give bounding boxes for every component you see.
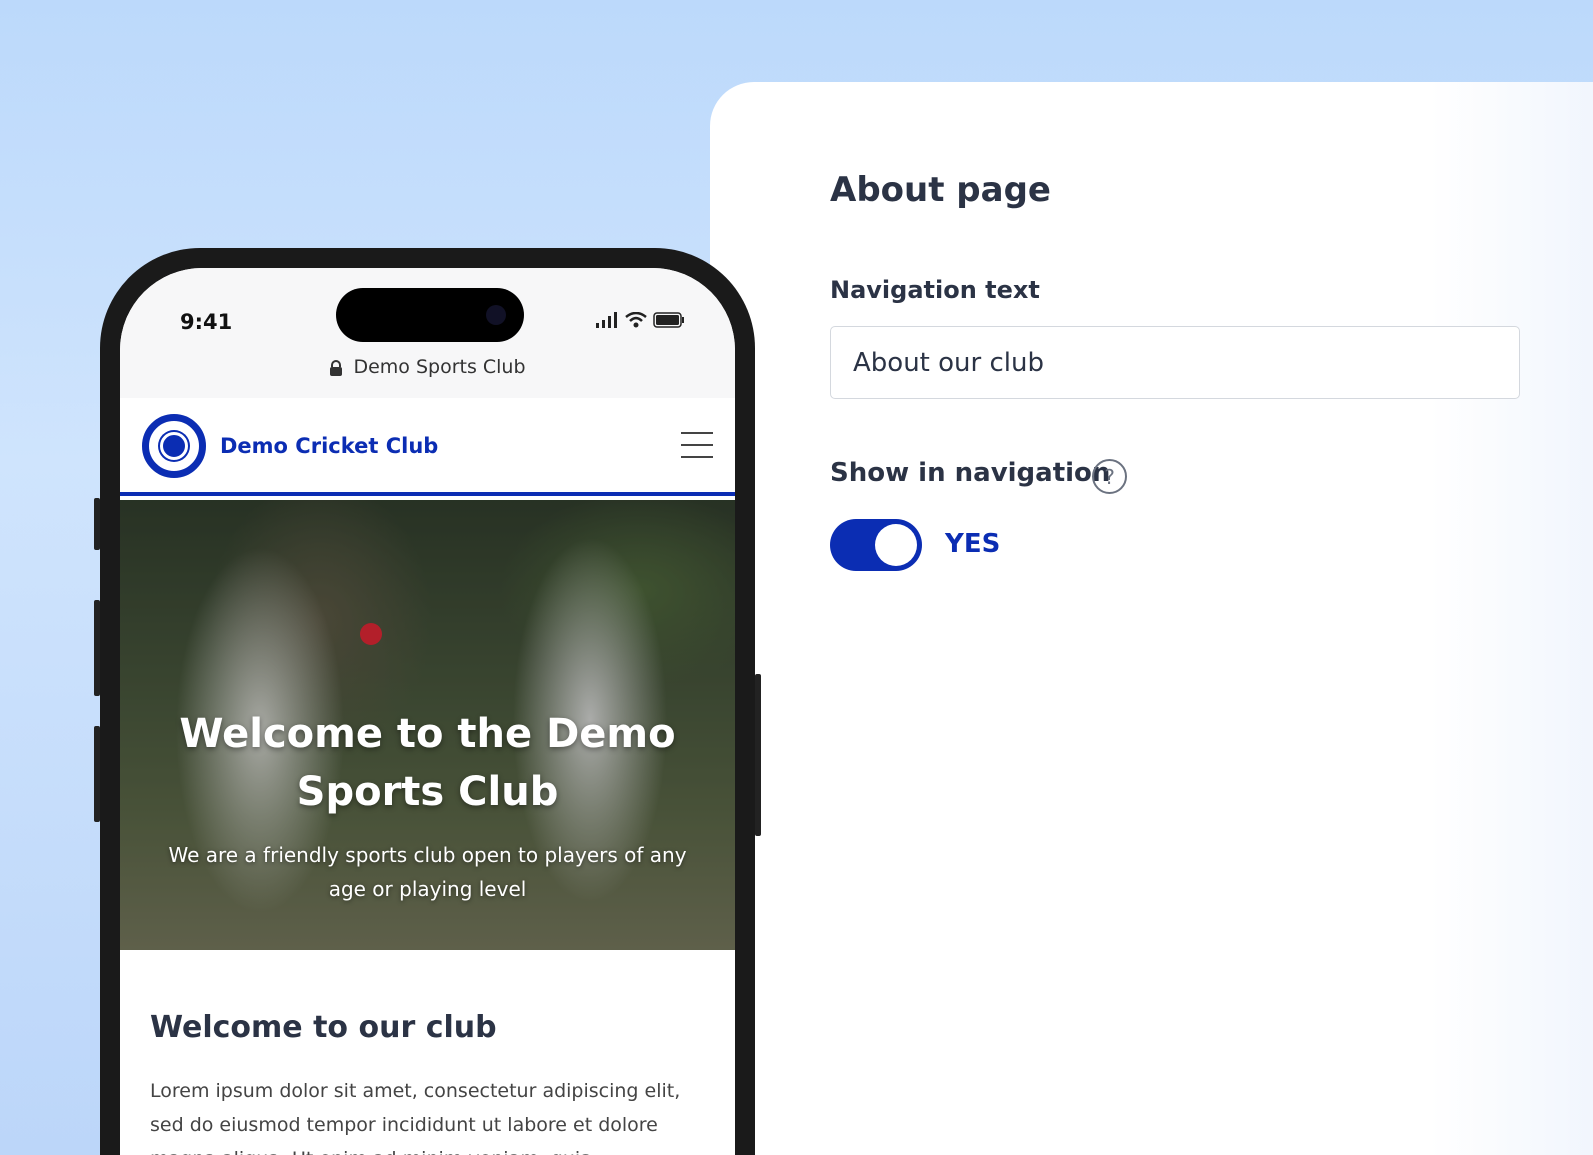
- cricket-ball: [360, 623, 382, 645]
- site-header: Demo Cricket Club: [120, 398, 735, 496]
- question-circle-icon[interactable]: ?: [1092, 459, 1127, 494]
- show-in-navigation-label: Show in navigation: [830, 458, 1111, 488]
- hero-subtitle: We are a friendly sports club open to pl…: [168, 843, 687, 901]
- lock-icon: [330, 359, 343, 376]
- phone-power-button: [755, 674, 761, 836]
- phone-volume-down-button: [94, 726, 100, 822]
- section-title: Welcome to our club: [150, 1010, 497, 1045]
- status-bar: 9:41 Demo Sports Club: [120, 268, 735, 398]
- battery-icon: [653, 312, 684, 328]
- phone-mute-button: [94, 498, 100, 550]
- signal-icon: [596, 312, 617, 328]
- navigation-text-label: Navigation text: [830, 276, 1040, 304]
- phone-volume-up-button: [94, 600, 100, 696]
- club-logo[interactable]: [142, 414, 206, 478]
- dynamic-island: [336, 288, 524, 342]
- section-body: Lorem ipsum dolor sit amet, consectetur …: [150, 1080, 681, 1155]
- wifi-icon: [625, 312, 647, 328]
- phone-mockup: 9:41 Demo Sports Club Demo Cricket Club …: [94, 248, 761, 1155]
- address-text: Demo Sports Club: [353, 356, 526, 378]
- address-bar[interactable]: Demo Sports Club: [120, 356, 735, 378]
- show-in-navigation-toggle[interactable]: [830, 519, 922, 571]
- hero-banner: Welcome to the Demo Sports Club We are a…: [120, 500, 735, 950]
- toggle-knob: [875, 524, 917, 566]
- status-time: 9:41: [180, 310, 233, 334]
- status-icons: [595, 312, 685, 328]
- hamburger-menu-icon[interactable]: [681, 432, 713, 460]
- toggle-state-text: YES: [945, 529, 1001, 559]
- phone-screen: 9:41 Demo Sports Club Demo Cricket Club …: [120, 268, 735, 1155]
- hero-title: Welcome to the Demo Sports Club: [179, 711, 676, 815]
- settings-panel: About page Navigation text Show in navig…: [710, 82, 1593, 1155]
- club-name[interactable]: Demo Cricket Club: [220, 434, 438, 458]
- page-title: About page: [830, 170, 1051, 210]
- navigation-text-input[interactable]: [830, 326, 1520, 399]
